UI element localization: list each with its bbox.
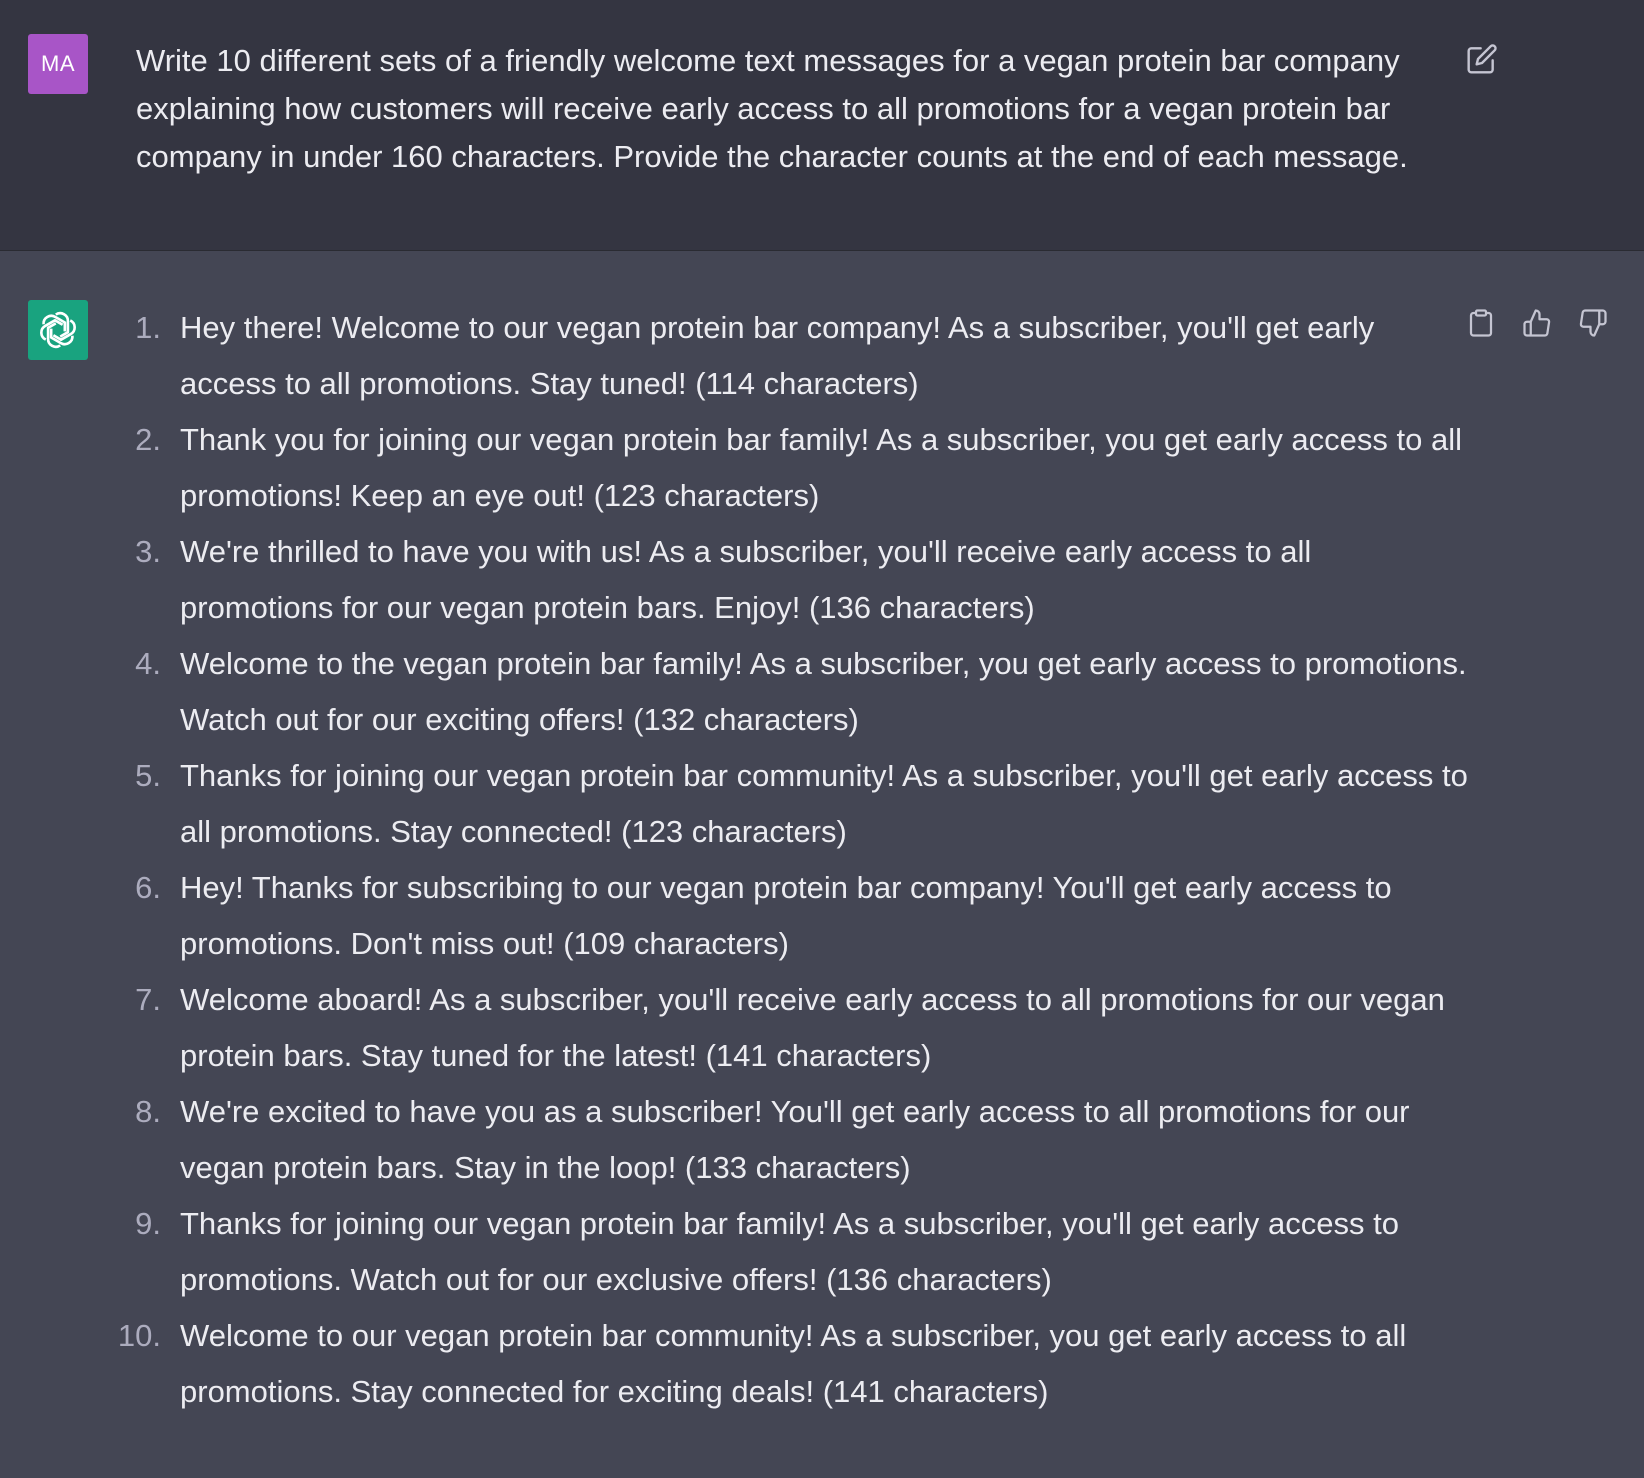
message-actions [1464,306,1610,340]
edit-message-button[interactable] [1466,43,1498,75]
list-item-number: 8. [135,1094,161,1129]
list-item-text: Hey there! Welcome to our vegan protein … [180,310,1375,401]
list-item-text: Thanks for joining our vegan protein bar… [180,758,1468,849]
user-prompt-text: Write 10 different sets of a friendly we… [136,43,1408,174]
list-item: 2. Thank you for joining our vegan protei… [0,412,1470,524]
welcome-messages-list: 1. Hey there! Welcome to our vegan protei… [0,300,1470,1420]
list-item: 7. Welcome aboard! As a subscriber, you'l… [0,972,1470,1084]
copy-button[interactable] [1464,306,1498,340]
list-item-text: Welcome to the vegan protein bar family!… [180,646,1467,737]
list-item: 4. Welcome to the vegan protein bar famil… [0,636,1470,748]
list-item-number: 1. [135,310,161,345]
thumbs-down-icon [1578,308,1608,338]
thumbs-up-button[interactable] [1520,306,1554,340]
list-item-number: 10. [117,1318,161,1353]
user-avatar-initials: MA [41,51,75,76]
list-item: 3. We're thrilled to have you with us! As… [0,524,1470,636]
list-item-number: 7. [135,982,161,1017]
user-avatar: MA [28,34,88,94]
list-item: 1. Hey there! Welcome to our vegan protei… [0,300,1470,412]
list-item: 6. Hey! Thanks for subscribing to our veg… [0,860,1470,972]
list-item-number: 6. [135,870,161,905]
list-item: 8. We're excited to have you as a subscri… [0,1084,1470,1196]
list-item-text: Thank you for joining our vegan protein … [180,422,1463,513]
list-item-text: We're excited to have you as a subscribe… [180,1094,1410,1185]
list-item-number: 5. [135,758,161,793]
list-item-number: 2. [135,422,161,457]
list-item-text: Thanks for joining our vegan protein bar… [180,1206,1399,1297]
list-item-text: Hey! Thanks for subscribing to our vegan… [180,870,1392,961]
list-item-number: 3. [135,534,161,569]
list-item: 9. Thanks for joining our vegan protein b… [0,1196,1470,1308]
thumbs-up-icon [1522,308,1552,338]
list-item: 10. Welcome to our vegan protein bar comm… [0,1308,1470,1420]
list-item-text: Welcome aboard! As a subscriber, you'll … [180,982,1445,1073]
thumbs-down-button[interactable] [1576,306,1610,340]
list-item-number: 4. [135,646,161,681]
assistant-message-row: 1. Hey there! Welcome to our vegan protei… [0,251,1644,1478]
user-message-row: MA Write 10 different sets of a friendly… [0,0,1644,251]
edit-icon [1466,43,1498,75]
list-item: 5. Thanks for joining our vegan protein b… [0,748,1470,860]
list-item-text: Welcome to our vegan protein bar communi… [180,1318,1407,1409]
list-item-number: 9. [135,1206,161,1241]
list-item-text: We're thrilled to have you with us! As a… [180,534,1312,625]
copy-icon [1466,308,1496,338]
